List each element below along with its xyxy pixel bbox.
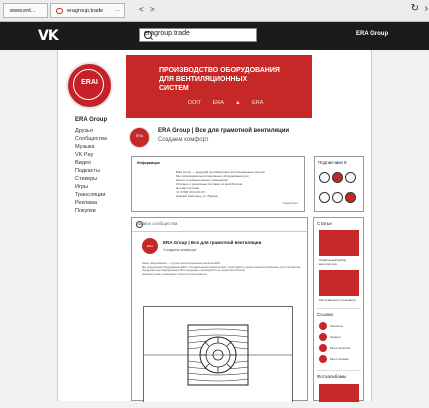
sidebar-item-games[interactable]: Игры — [75, 183, 107, 191]
close-icon[interactable]: › — [425, 3, 428, 14]
link-avatar — [319, 344, 327, 352]
browser-tab-bar: www.ent... eragroup.trade ··· < > ↻ › — [0, 0, 429, 22]
banner-line: СИСТЕМ — [159, 85, 189, 92]
tab-label: eragroup.trade — [67, 8, 104, 14]
forward-button[interactable]: > — [150, 5, 155, 14]
article-caption[interactable]: Как правильно установить — [319, 298, 356, 302]
back-button[interactable]: < — [139, 5, 144, 14]
link-label: Мы в соцсетях — [330, 346, 351, 350]
sidebar-item-video[interactable]: Видео — [75, 159, 107, 167]
post-avatar[interactable]: ERA — [142, 238, 158, 254]
link-label: Мы в Youtube — [330, 357, 349, 361]
tab-more[interactable]: ··· — [115, 4, 121, 17]
search-input[interactable]: eragroup.trade — [139, 28, 257, 42]
divider — [317, 308, 361, 309]
sidebar-item-music[interactable]: Музыка — [75, 143, 107, 151]
sidebar-item-stickers[interactable]: Стикеры — [75, 175, 107, 183]
subscriber-avatar[interactable] — [345, 172, 356, 183]
post-author[interactable]: ERA Group | Все для грамотной вентиляции — [163, 240, 261, 245]
logo-text: ERAI — [81, 79, 98, 86]
divider — [317, 370, 361, 371]
link-label: Контакты — [330, 324, 343, 328]
post-image[interactable] — [143, 306, 293, 402]
link-avatar — [319, 355, 327, 363]
sidebar-menu: Друзья Сообщества Музыка VK Pay Видео По… — [75, 127, 107, 215]
subscriber-avatar[interactable] — [319, 192, 330, 203]
sidebar-item-communities[interactable]: Сообщества — [75, 135, 107, 143]
subscribers-grid — [318, 171, 362, 211]
avatar-text: ERA — [146, 244, 154, 248]
subscribers-title[interactable]: Подписчики 9 — [318, 160, 347, 165]
sidebar-item-purchases[interactable]: Покупки — [75, 207, 107, 215]
subscribers-panel: Подписчики 9 — [314, 156, 364, 212]
group-cover-banner: ПРОИЗВОДСТВО ОБОРУДОВАНИЯ ДЛЯ ВЕНТИЛЯЦИО… — [126, 55, 312, 118]
fan-drawing — [144, 324, 292, 386]
sidebar-item-friends[interactable]: Друзья — [75, 127, 107, 135]
post-text-line: Напишите нам, и менеджер ответит на все … — [142, 272, 208, 276]
browser-tab[interactable]: www.ent... — [3, 3, 48, 18]
banner-line: ПРОИЗВОДСТВО ОБОРУДОВАНИЯ — [159, 67, 280, 74]
group-status: Создаем комфорт — [158, 137, 209, 143]
info-lines: ERA Group — ведущий производитель вентил… — [176, 170, 265, 198]
favicon-icon — [56, 8, 63, 14]
post-subtitle: Создаем комфорт — [163, 247, 197, 252]
sidebar-item-ads[interactable]: Реклама — [75, 199, 107, 207]
article-thumbnail[interactable] — [319, 230, 359, 256]
vk-logo[interactable]: VK — [38, 28, 59, 44]
subscriber-avatar[interactable] — [332, 192, 343, 203]
browser-tab-active[interactable]: eragroup.trade ··· — [50, 3, 125, 18]
info-title: Информация — [137, 161, 160, 165]
links-title[interactable]: Ссылки — [317, 312, 333, 317]
avatar-text: ERA — [135, 134, 144, 138]
brand-logos: DOIT ERA ▲ ERA — [188, 100, 264, 106]
tab-label: www.ent... — [10, 8, 36, 14]
subscriber-avatar[interactable] — [319, 172, 330, 183]
article-caption[interactable]: Правильный выбор вентилятора — [319, 258, 363, 266]
link-avatar — [319, 333, 327, 341]
photo-album-thumbnail[interactable] — [319, 384, 359, 402]
sidebar-item-podcasts[interactable]: Подкасты — [75, 167, 107, 175]
group-avatar[interactable]: ERA — [129, 127, 150, 148]
post-text: Наши предложения — лучшие вентиляционные… — [142, 262, 302, 276]
info-panel: Информация ERA Group — ведущий производи… — [131, 156, 305, 212]
reload-icon[interactable]: ↻ — [411, 3, 419, 14]
articles-title[interactable]: Статьи — [317, 221, 332, 226]
info-more-link[interactable]: Подробнее — [282, 201, 298, 205]
right-column: Статьи Правильный выбор вентилятора Как … — [313, 217, 364, 402]
subscriber-avatar[interactable] — [332, 172, 343, 183]
link-avatar — [319, 322, 327, 330]
banner-line: ДЛЯ ВЕНТИЛЯЦИОННЫХ — [159, 76, 248, 83]
sidebar-item-vkpay[interactable]: VK Pay — [75, 151, 107, 159]
wall-search[interactable]: Записи сообщества — [132, 218, 307, 232]
photos-title[interactable]: Фотоальбомы — [317, 374, 346, 379]
sidebar-item-streams[interactable]: Трансляции — [75, 191, 107, 199]
subscriber-avatar[interactable] — [345, 192, 356, 203]
search-icon[interactable] — [136, 221, 143, 228]
group-title: ERA Group | Все для грамотной вентиляции — [158, 128, 290, 134]
search-icon[interactable] — [144, 31, 152, 39]
sidebar-group-name[interactable]: ERA Group — [75, 117, 107, 123]
article-thumbnail[interactable] — [319, 270, 359, 296]
vk-header: VK eragroup.trade ERA Group — [0, 22, 429, 50]
group-logo: ERAI — [66, 62, 113, 109]
link-label: Каталог — [330, 335, 341, 339]
community-wall: Записи сообщества ERA ERA Group | Все дл… — [131, 217, 308, 402]
info-line: Нижний Новгород, ул. Ларина — [176, 194, 218, 198]
user-name[interactable]: ERA Group — [356, 31, 388, 37]
